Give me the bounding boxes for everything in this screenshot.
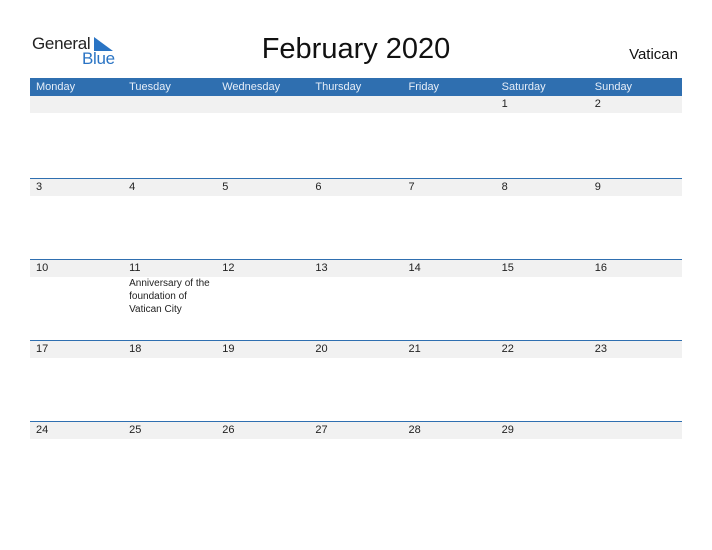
day-cell [589, 422, 682, 503]
weekday-wednesday: Wednesday [222, 81, 281, 93]
day-number: 23 [594, 343, 607, 355]
day-number: 15 [501, 262, 514, 274]
day-cell: 6 [309, 179, 402, 260]
day-number: 13 [315, 262, 328, 274]
day-cell: 19 [216, 341, 309, 422]
holiday-event: Anniversary of the foundation of Vatican… [129, 278, 210, 315]
day-cell: 24 [30, 422, 123, 503]
day-cell [403, 96, 496, 177]
day-cell [309, 96, 402, 177]
day-number: 10 [36, 262, 49, 274]
weekday-sunday: Sunday [594, 81, 633, 93]
day-cell [123, 96, 216, 177]
day-cell: 21 [403, 341, 496, 422]
day-cell: 5 [216, 179, 309, 260]
day-number: 1 [501, 98, 508, 110]
day-cell: 18 [123, 341, 216, 422]
day-cell: 12 [216, 260, 309, 341]
day-cell: 16 [589, 260, 682, 341]
day-number: 16 [594, 262, 607, 274]
day-number: 20 [315, 343, 328, 355]
day-cell: 23 [589, 341, 682, 422]
day-number: 26 [222, 424, 235, 436]
country-label: Vatican [629, 46, 678, 63]
day-cell: 14 [403, 260, 496, 341]
day-number: 14 [408, 262, 421, 274]
day-cell: 13 [309, 260, 402, 341]
day-number: 29 [501, 424, 514, 436]
day-cell: 3 [30, 179, 123, 260]
weekday-saturday: Saturday [501, 81, 546, 93]
weekday-tuesday: Tuesday [129, 81, 171, 93]
day-number: 28 [408, 424, 421, 436]
day-number: 25 [129, 424, 142, 436]
day-cell: 7 [403, 179, 496, 260]
day-cell: 26 [216, 422, 309, 503]
week-row: 3 4 5 6 7 8 9 [30, 178, 682, 260]
day-number: 5 [222, 181, 229, 193]
day-cell: 27 [309, 422, 402, 503]
day-cell: 10 [30, 260, 123, 341]
day-number: 6 [315, 181, 322, 193]
day-cell: 29 [496, 422, 589, 503]
day-cell: 25 [123, 422, 216, 503]
week-row: 12 [30, 96, 682, 177]
day-number: 18 [129, 343, 142, 355]
day-cell: 20 [309, 341, 402, 422]
week-row: 24 25 26 27 28 29 [30, 421, 682, 503]
day-cell: 2 [589, 96, 682, 177]
day-cell: 9 [589, 179, 682, 260]
day-number: 2 [594, 98, 601, 110]
week-row: 10 11 Anniversary of the foundation of Vat… [30, 259, 682, 341]
weekday-header: Monday Tuesday Wednesday Thursday Friday… [30, 78, 682, 96]
day-number: 27 [315, 424, 328, 436]
day-number: 11 [129, 262, 141, 274]
day-number: 17 [36, 343, 49, 355]
weekday-monday: Monday [36, 81, 76, 93]
calendar-title: February 2020 [261, 33, 451, 65]
day-number: 19 [222, 343, 235, 355]
day-number: 7 [408, 181, 415, 193]
day-cell: 22 [496, 341, 589, 422]
day-cell: 4 [123, 179, 216, 260]
day-cell: 11 Anniversary of the foundation of Vatic… [123, 260, 216, 341]
weekday-friday: Friday [408, 81, 440, 93]
day-cell: 1 [496, 96, 589, 177]
day-number: 22 [501, 343, 514, 355]
day-number: 3 [36, 181, 43, 193]
day-number: 24 [36, 424, 49, 436]
weekday-thursday: Thursday [315, 81, 362, 93]
day-cell: 15 [496, 260, 589, 341]
day-cell: 28 [403, 422, 496, 503]
day-cell: 17 [30, 341, 123, 422]
day-number: 4 [129, 181, 136, 193]
day-cell [30, 96, 123, 177]
week-row: 17 18 19 20 21 22 23 [30, 340, 682, 422]
day-number: 8 [501, 181, 508, 193]
day-cell: 8 [496, 179, 589, 260]
day-number: 9 [594, 181, 601, 193]
day-number: 12 [222, 262, 235, 274]
day-cell [216, 96, 309, 177]
day-number: 21 [408, 343, 421, 355]
